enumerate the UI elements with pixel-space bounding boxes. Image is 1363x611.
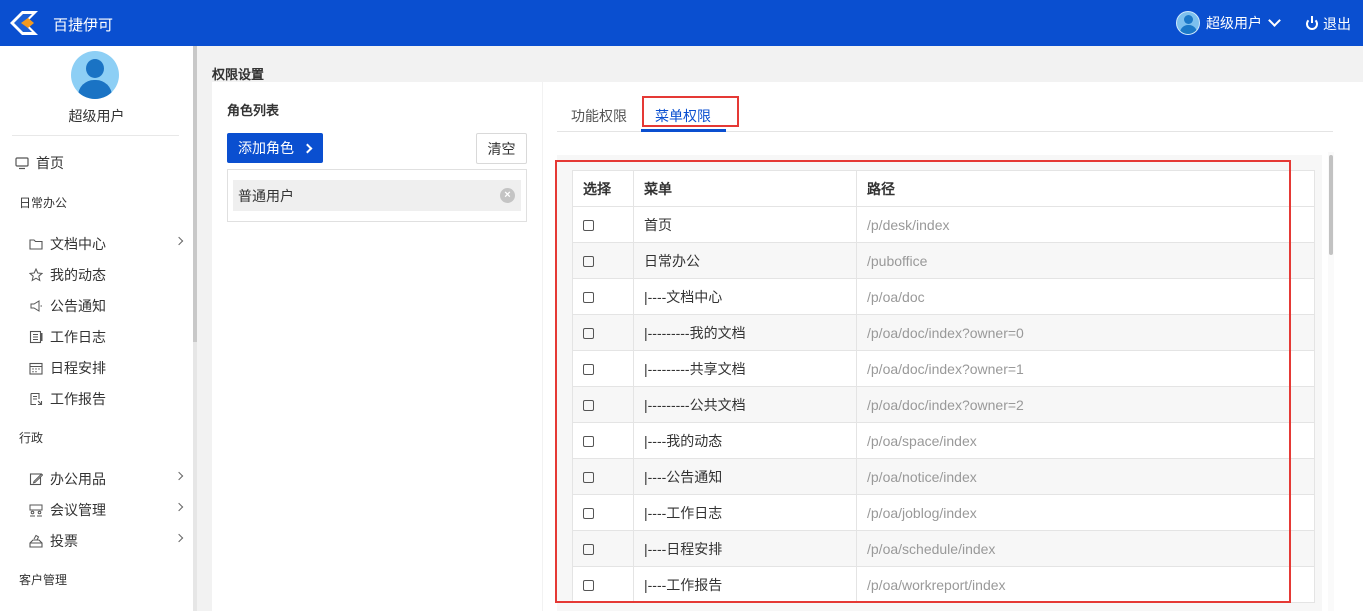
sidebar-user-name: 超级用户 xyxy=(68,108,125,124)
main-scrollbar-thumb[interactable] xyxy=(1329,155,1333,255)
report-icon xyxy=(29,392,43,406)
star-icon xyxy=(28,267,44,282)
app-logo-icon[interactable] xyxy=(8,9,40,37)
monitor-icon xyxy=(15,156,29,170)
add-role-button[interactable]: 添加角色 xyxy=(227,133,323,163)
sidebar-item-label: 办公用品 xyxy=(50,471,106,487)
add-role-label: 添加角色 xyxy=(238,140,294,156)
section-title-daily-office: 日常办公 xyxy=(19,196,68,210)
remove-role-icon[interactable]: × xyxy=(500,188,515,203)
vote-icon xyxy=(29,534,43,548)
sidebar-item-label: 首页 xyxy=(36,155,64,171)
sidebar-item-notices[interactable]: 公告通知 xyxy=(29,296,106,316)
clear-button[interactable]: 清空 xyxy=(476,133,527,164)
page-title: 权限设置 xyxy=(212,67,265,82)
section-title-customers: 客户管理 xyxy=(19,573,68,587)
edit-icon xyxy=(29,472,44,486)
sidebar-item-label: 会议管理 xyxy=(50,502,106,518)
megaphone-icon xyxy=(29,299,43,313)
divider xyxy=(12,135,179,136)
avatar xyxy=(71,51,119,99)
sidebar-item-office-supplies[interactable]: 办公用品 xyxy=(29,469,106,489)
section-title-admin: 行政 xyxy=(19,431,44,445)
sidebar-item-vote[interactable]: 投票 xyxy=(29,531,78,551)
calendar-icon xyxy=(29,361,43,375)
header-user-name: 超级用户 xyxy=(1206,15,1262,31)
sidebar-item-work-log[interactable]: 工作日志 xyxy=(29,327,106,347)
sidebar-item-label: 日程安排 xyxy=(50,360,106,376)
tab-highlight-box xyxy=(642,96,739,127)
role-list-heading: 角色列表 xyxy=(227,103,280,118)
sidebar-item-label: 投票 xyxy=(50,533,78,549)
brand-name: 百捷伊可 xyxy=(53,17,114,34)
sidebar-item-label: 公告通知 xyxy=(50,298,106,314)
top-header: 百捷伊可 超级用户 退出 xyxy=(0,0,1363,46)
sidebar-item-documents[interactable]: 文档中心 xyxy=(29,234,106,254)
sidebar-scrollbar-thumb[interactable] xyxy=(193,46,197,342)
sidebar-item-label: 文档中心 xyxy=(50,236,106,252)
sidebar-item-label: 工作日志 xyxy=(50,329,106,345)
sidebar-item-schedule[interactable]: 日程安排 xyxy=(29,358,106,378)
folder-icon xyxy=(29,237,43,251)
sidebar-item-label: 我的动态 xyxy=(50,267,106,283)
sidebar-item-home[interactable]: 首页 xyxy=(15,153,64,173)
chevron-down-icon xyxy=(1268,14,1281,27)
logout-button[interactable]: 退出 xyxy=(1306,14,1351,34)
journal-icon xyxy=(29,330,43,344)
sidebar-item-my-activity[interactable]: 我的动态 xyxy=(28,265,106,285)
sidebar-item-work-report[interactable]: 工作报告 xyxy=(29,389,106,409)
tab-function-permissions[interactable]: 功能权限 xyxy=(571,106,627,126)
sidebar-item-label: 工作报告 xyxy=(50,391,106,407)
power-icon xyxy=(1306,16,1318,30)
user-menu[interactable]: 超级用户 xyxy=(1176,11,1281,35)
role-item[interactable]: 普通用户 xyxy=(233,180,521,211)
role-item-label: 普通用户 xyxy=(238,187,294,204)
active-tab-indicator xyxy=(641,129,726,132)
meeting-icon xyxy=(29,503,43,517)
chevron-right-icon xyxy=(302,143,313,153)
sidebar-item-meetings[interactable]: 会议管理 xyxy=(29,500,106,520)
logout-label: 退出 xyxy=(1323,16,1351,32)
user-avatar-icon xyxy=(1176,11,1200,35)
table-highlight-box xyxy=(555,160,1291,603)
